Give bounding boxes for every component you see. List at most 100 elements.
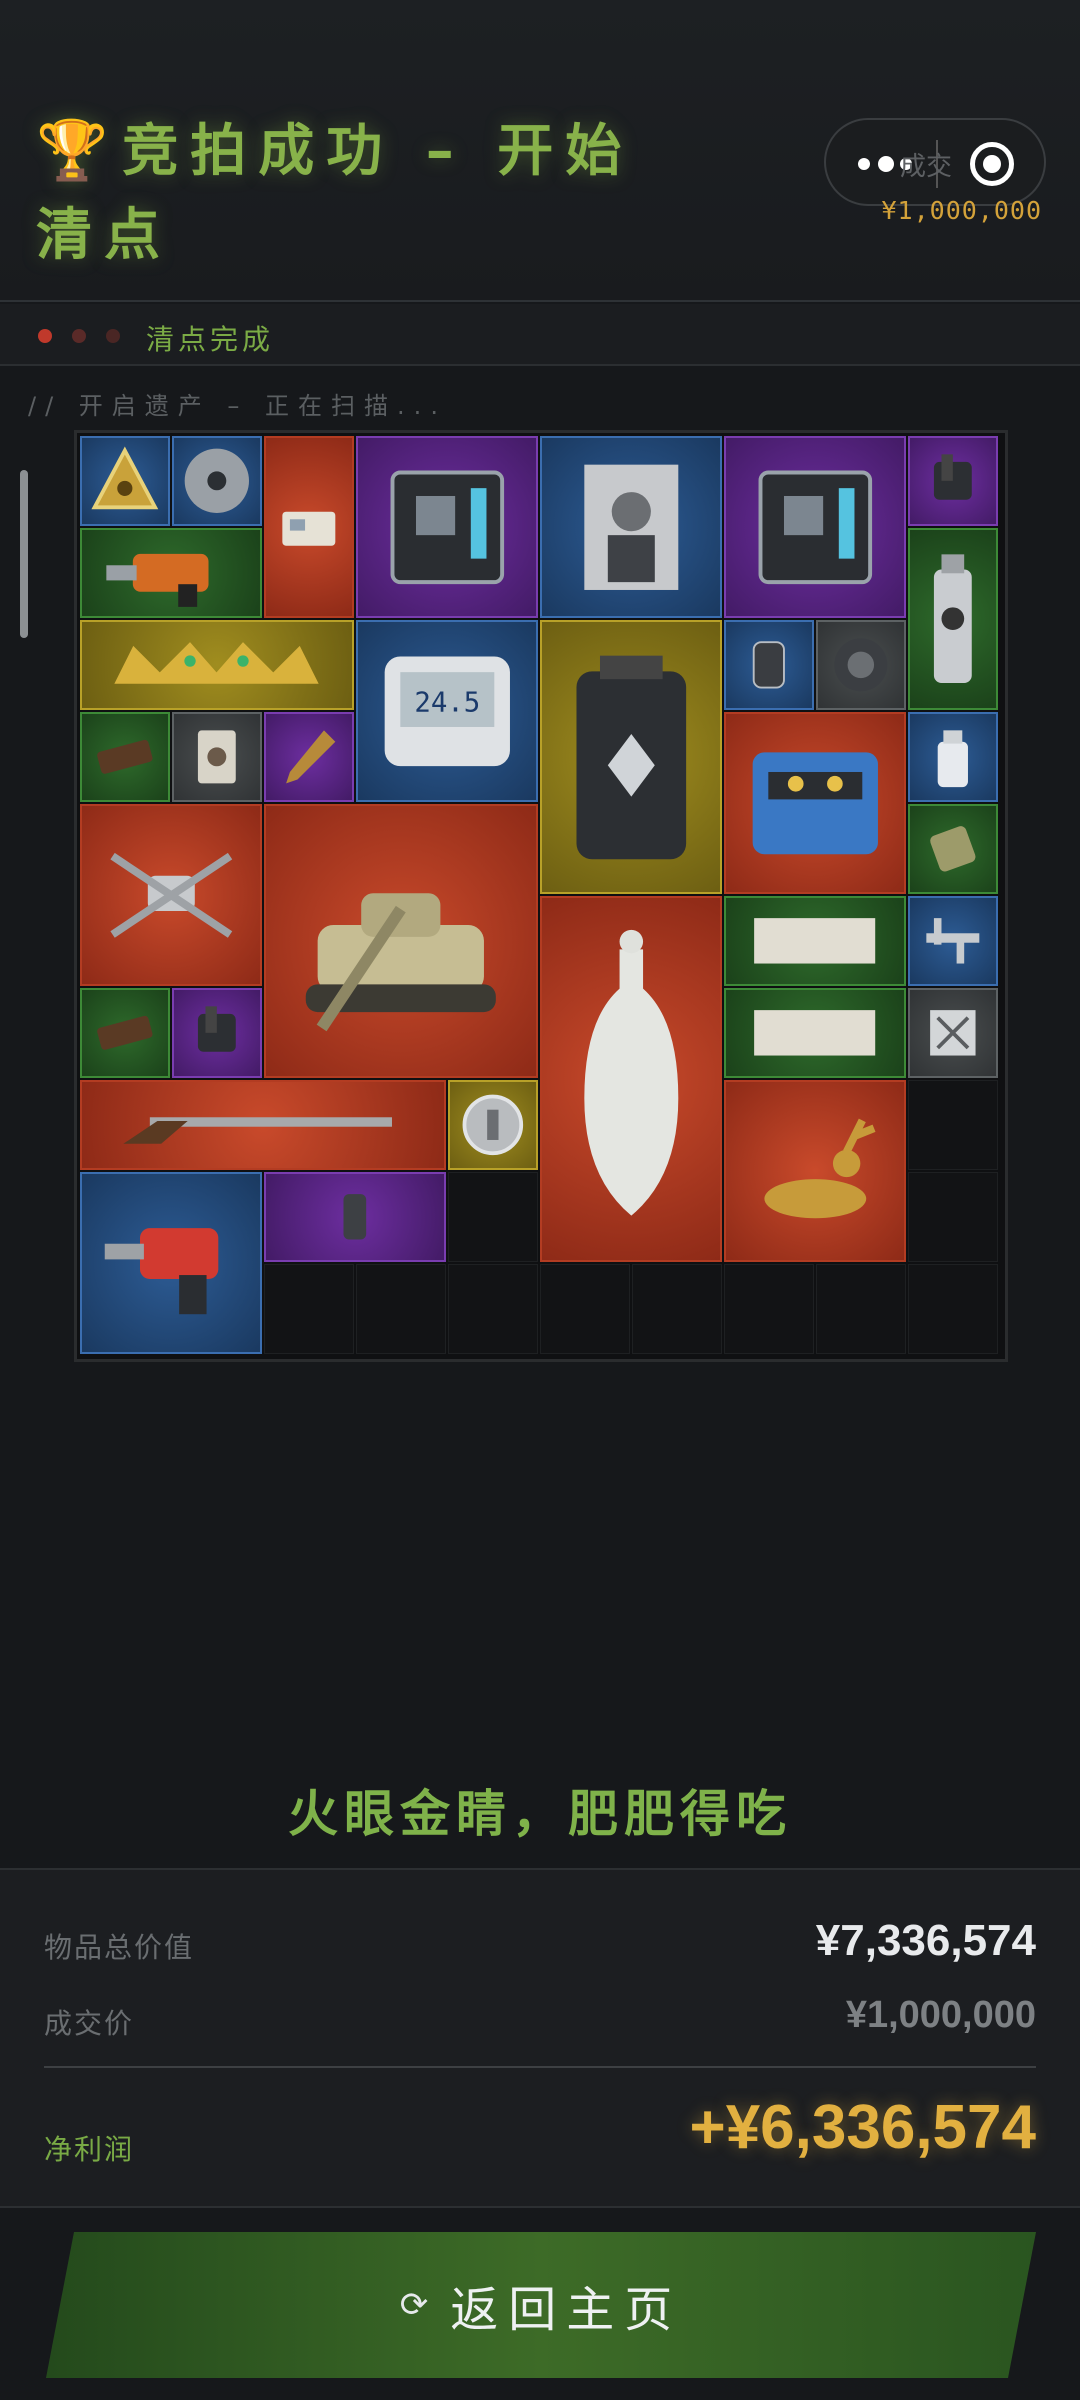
- ancient-scroll-icon: [754, 1010, 876, 1056]
- golden-deer-icon: [764, 1118, 876, 1218]
- bandage-pack-icon: [930, 826, 976, 872]
- status-led-3: [106, 329, 120, 343]
- item-arrowhead[interactable]: [264, 712, 354, 802]
- deal-price-summary-value: ¥1,000,000: [845, 1994, 1036, 2036]
- item-golden-deer[interactable]: [724, 1080, 906, 1262]
- empty-slot: [448, 1172, 538, 1262]
- item-drone[interactable]: [80, 804, 262, 986]
- status-led-1: [38, 329, 52, 343]
- net-profit-label: 净利润: [44, 2133, 135, 2166]
- empty-slot: [908, 1080, 998, 1170]
- item-ancient-scroll[interactable]: [724, 988, 906, 1078]
- empty-slot: [908, 1172, 998, 1262]
- slogan: 火眼金睛，肥肥得吃: [288, 1785, 792, 1843]
- arrowhead-icon: [286, 730, 336, 784]
- tool-clamp-icon: [198, 1006, 236, 1052]
- status-text: 清点完成: [146, 323, 275, 356]
- item-motherboard[interactable]: [356, 436, 538, 618]
- item-sealed-document[interactable]: [908, 988, 998, 1078]
- summary-panel: 物品总价值 ¥7,336,574 成交价 ¥1,000,000 净利润 +¥6,…: [0, 1868, 1080, 2208]
- flintlock-rifle-icon: [123, 1117, 392, 1144]
- item-medicine-bottle[interactable]: [908, 712, 998, 802]
- page-title: 🏆 竞拍成功 – 开始清点: [36, 108, 696, 278]
- vernier-caliper-icon: [926, 918, 980, 964]
- item-playing-card[interactable]: [172, 712, 262, 802]
- item-keycard[interactable]: [264, 436, 354, 618]
- item-tool-clamp[interactable]: [172, 988, 262, 1078]
- sealed-document-icon: [930, 1010, 976, 1056]
- title-text: 竞拍成功 – 开始清点: [36, 119, 634, 268]
- return-home-label: 返回主页: [450, 2282, 683, 2338]
- item-porcelain-vase[interactable]: [540, 896, 722, 1262]
- jeweled-crown-icon: [114, 642, 320, 684]
- keycard-icon: [282, 511, 336, 546]
- playing-card-icon: [198, 730, 236, 784]
- deal-price-value: ¥1,000,000: [881, 196, 1042, 225]
- porcelain-vase-icon: [584, 930, 678, 1217]
- tank-model-icon: [305, 893, 497, 1032]
- svg-text:24.5: 24.5: [414, 687, 480, 718]
- item-armor-plate[interactable]: [264, 1172, 446, 1262]
- spray-can-icon: [934, 554, 972, 684]
- close-miniprogram-icon[interactable]: [970, 142, 1014, 186]
- item-energy-bar[interactable]: [80, 988, 170, 1078]
- total-value: ¥7,336,574: [815, 1916, 1036, 1965]
- item-bandage-pack[interactable]: [908, 804, 998, 894]
- item-ancient-scroll[interactable]: [724, 896, 906, 986]
- item-motherboard[interactable]: [724, 436, 906, 618]
- item-tank-model[interactable]: [264, 804, 538, 1078]
- item-duct-tape[interactable]: [816, 620, 906, 710]
- item-spray-can[interactable]: [908, 528, 998, 710]
- engine-module-icon: [752, 752, 878, 854]
- drone-icon: [110, 852, 232, 938]
- medicine-bottle-icon: [937, 730, 969, 788]
- coin-token-icon: [462, 1094, 524, 1156]
- item-smart-watch[interactable]: [724, 620, 814, 710]
- motherboard-icon: [758, 470, 872, 584]
- energy-bar-icon: [97, 1016, 153, 1050]
- net-profit-value: +¥6,336,574: [689, 2093, 1036, 2162]
- energy-bar-icon: [97, 740, 153, 774]
- scrollbar[interactable]: [20, 470, 28, 638]
- item-coin-token[interactable]: [448, 1080, 538, 1170]
- item-battery-case[interactable]: [540, 620, 722, 894]
- item-cd-disc[interactable]: [172, 436, 262, 526]
- inventory-grid: 24.5: [74, 430, 1008, 1362]
- item-flintlock-rifle[interactable]: [80, 1080, 446, 1170]
- deal-price-summary-label: 成交价: [44, 2007, 135, 2040]
- item-triangle-badge[interactable]: [80, 436, 170, 526]
- empty-slot: [816, 1264, 906, 1354]
- item-magazine-urban-chic[interactable]: [540, 436, 722, 618]
- deal-price-label: 成交: [900, 152, 953, 182]
- battery-case-icon: [576, 655, 686, 859]
- empty-slot: [632, 1264, 722, 1354]
- header: 🏆 竞拍成功 – 开始清点 成交 ¥1,000,000: [0, 0, 1080, 302]
- item-power-drill[interactable]: [80, 528, 262, 618]
- empty-slot: [540, 1264, 630, 1354]
- item-jeweled-crown[interactable]: [80, 620, 354, 710]
- rotary-hammer-icon: [104, 1227, 218, 1314]
- cd-disc-icon: [184, 448, 250, 514]
- item-rotary-hammer[interactable]: [80, 1172, 262, 1354]
- empty-slot: [356, 1264, 446, 1354]
- item-energy-bar[interactable]: [80, 712, 170, 802]
- triangle-badge-icon: [91, 446, 159, 510]
- status-bar: 清点完成: [0, 304, 1080, 366]
- empty-slot: [448, 1264, 538, 1354]
- status-led-2: [72, 329, 86, 343]
- total-value-label: 物品总价值: [44, 1931, 195, 1964]
- motherboard-icon: [390, 470, 504, 584]
- item-vernier-caliper[interactable]: [908, 896, 998, 986]
- digital-thermometer-icon: 24.5: [384, 656, 510, 766]
- scan-text: // 开启遗产 – 正在扫描...: [28, 392, 447, 420]
- item-engine-module[interactable]: [724, 712, 906, 894]
- duct-tape-icon: [834, 638, 888, 692]
- empty-slot: [264, 1264, 354, 1354]
- item-digital-thermometer[interactable]: 24.5: [356, 620, 538, 802]
- tool-clamp-icon: [934, 454, 972, 500]
- return-home-button[interactable]: ⟳ 返回主页: [46, 2232, 1036, 2378]
- summary-divider: [44, 2066, 1036, 2068]
- item-tool-clamp[interactable]: [908, 436, 998, 526]
- smart-watch-icon: [752, 641, 786, 689]
- armor-plate-icon: [343, 1194, 367, 1240]
